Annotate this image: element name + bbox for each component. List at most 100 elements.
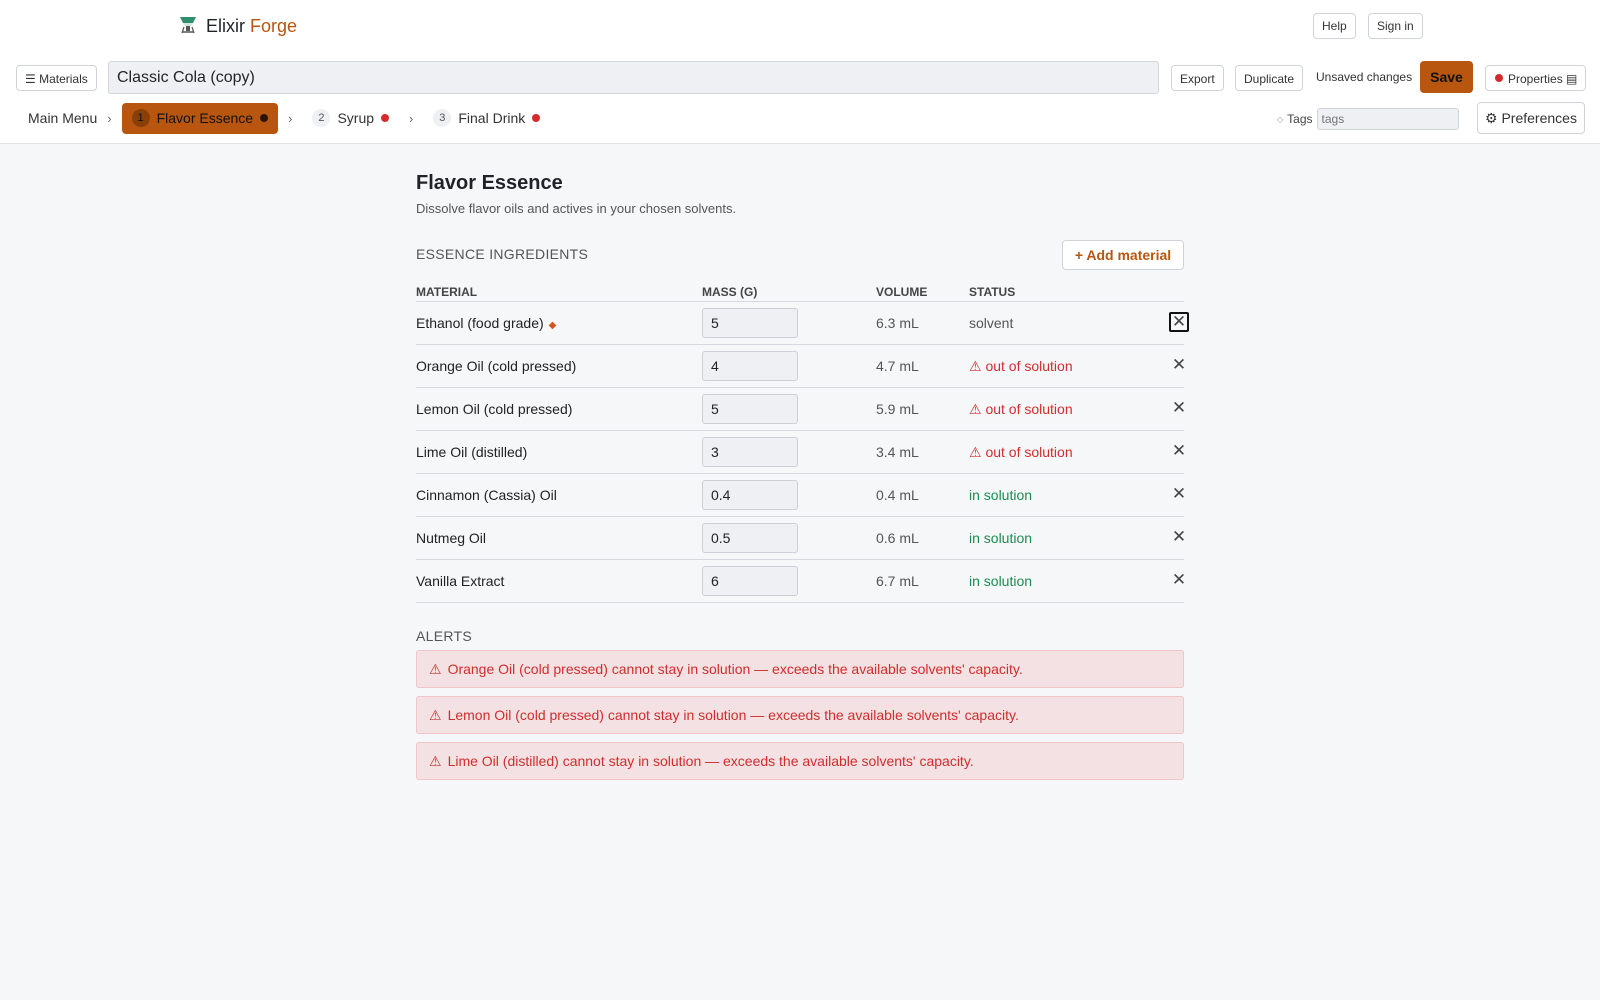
step-number: 3 [433, 109, 452, 127]
column-volume: VOLUME [876, 285, 928, 299]
warning-icon: ⚠ [429, 753, 442, 769]
page-subtitle: Dissolve flavor oils and actives in your… [416, 201, 737, 216]
tag-icon: ◇ [1277, 114, 1284, 124]
alert-banner: ⚠ Orange Oil (cold pressed) cannot stay i… [416, 650, 1184, 688]
volume-value: 3.4 mL [876, 444, 919, 460]
alert-banner: ⚠ Lime Oil (distilled) cannot stay in sol… [416, 742, 1184, 780]
chevron-right-icon: › [288, 110, 293, 126]
remove-row-close-icon[interactable]: ✕ [1169, 355, 1189, 375]
material-label: Lemon Oil (cold pressed) [416, 401, 573, 417]
alert-text: Orange Oil (cold pressed) cannot stay in… [447, 661, 1023, 677]
remove-row-close-icon[interactable]: ✕ [1169, 484, 1189, 504]
remove-row-close-icon[interactable]: ✕ [1169, 527, 1189, 547]
volume-value: 6.7 mL [876, 573, 919, 589]
remove-row-close-icon[interactable]: ✕ [1169, 312, 1189, 332]
unsaved-status: Unsaved changes [1316, 70, 1413, 84]
top-bar: Elixir Forge Help Sign in [0, 0, 1600, 53]
mass-input[interactable] [702, 437, 798, 467]
step-tabs: Main Menu › 1 Flavor Essence › 2 Syrup ›… [28, 102, 550, 134]
material-name: Ethanol (food grade) ◆ [416, 315, 556, 331]
status-dot-icon [260, 114, 269, 122]
material-label: Cinnamon (Cassia) Oil [416, 487, 557, 503]
tab-flavor-essence[interactable]: 1 Flavor Essence [121, 102, 279, 134]
mass-input[interactable] [702, 480, 798, 510]
tags-field: ◇ Tags [1277, 108, 1459, 130]
material-label: Orange Oil (cold pressed) [416, 358, 577, 374]
materials-button[interactable]: ☰ Materials [16, 65, 97, 91]
warning-icon: ⚠ [429, 707, 442, 723]
table-row: Cinnamon (Cassia) Oil 0.4 mL in solution ✕ [416, 474, 1186, 517]
properties-label: Properties ▤ [1508, 72, 1578, 86]
tab-label: Final Drink [458, 110, 526, 126]
tags-input[interactable] [1316, 108, 1459, 130]
mass-input[interactable] [702, 394, 798, 424]
tab-final-drink[interactable]: 3 Final Drink [423, 103, 550, 134]
volume-value: 6.3 mL [876, 315, 919, 331]
mass-input[interactable] [702, 308, 798, 338]
remove-row-close-icon[interactable]: ✕ [1169, 398, 1189, 418]
section-title: ESSENCE INGREDIENTS [416, 246, 589, 262]
material-name: Vanilla Extract [416, 573, 504, 589]
material-name: Orange Oil (cold pressed) [416, 358, 576, 374]
column-status: STATUS [969, 285, 1016, 299]
alerts-title: ALERTS [416, 628, 473, 644]
status-dot-icon [532, 114, 541, 122]
status-badge: solvent [969, 315, 1014, 331]
unsaved-dot-icon [1495, 74, 1503, 82]
document-title-input[interactable] [108, 61, 1159, 94]
mass-input[interactable] [702, 523, 798, 553]
status-badge: ⚠ out of solution [969, 401, 1073, 417]
mass-input[interactable] [702, 351, 798, 381]
remove-row-close-icon[interactable]: ✕ [1169, 570, 1189, 590]
tab-label: Syrup [337, 110, 375, 126]
document-toolbar: ☰ Materials Export Duplicate Unsaved cha… [0, 52, 1600, 144]
app-name-part2: Forge [250, 16, 298, 36]
tab-label: Flavor Essence [156, 110, 254, 126]
duplicate-button[interactable]: Duplicate [1235, 65, 1304, 91]
mass-input[interactable] [702, 566, 798, 596]
column-mass: MASS (G) [702, 285, 758, 299]
help-button[interactable]: Help [1313, 13, 1356, 39]
app-name: Elixir Forge [206, 16, 297, 37]
tags-label: Tags [1287, 112, 1313, 126]
sign-in-button[interactable]: Sign in [1368, 13, 1423, 39]
remove-row-close-icon[interactable]: ✕ [1169, 441, 1189, 461]
status-badge: ⚠ out of solution [969, 358, 1073, 374]
material-name: Lemon Oil (cold pressed) [416, 401, 572, 417]
material-label: Ethanol (food grade) [416, 315, 544, 331]
alert-text: Lemon Oil (cold pressed) cannot stay in … [447, 707, 1019, 723]
material-name: Cinnamon (Cassia) Oil [416, 487, 557, 503]
tab-syrup[interactable]: 2 Syrup [302, 103, 399, 134]
volume-value: 4.7 mL [876, 358, 919, 374]
status-badge: in solution [969, 487, 1033, 503]
table-row: Vanilla Extract 6.7 mL in solution ✕ [416, 560, 1186, 603]
status-badge: in solution [969, 530, 1033, 546]
table-row: Lemon Oil (cold pressed) 5.9 mL ⚠ out of s… [416, 388, 1186, 431]
material-label: Lime Oil (distilled) [416, 444, 528, 460]
save-button[interactable]: Save [1420, 61, 1473, 93]
tab-main-menu[interactable]: Main Menu [28, 103, 97, 134]
brand[interactable]: Elixir Forge [178, 14, 297, 39]
alert-banner: ⚠ Lemon Oil (cold pressed) cannot stay in… [416, 696, 1184, 734]
chevron-right-icon: › [409, 110, 414, 126]
status-badge: in solution [969, 573, 1033, 589]
preferences-button[interactable]: ⚙ Preferences [1477, 102, 1585, 134]
table-row: Ethanol (food grade) ◆ 6.3 mL solvent ✕ [416, 302, 1189, 345]
material-label: Vanilla Extract [416, 573, 505, 589]
material-name: Lime Oil (distilled) [416, 444, 527, 460]
status-badge: ⚠ out of solution [969, 444, 1073, 460]
status-dot-icon [381, 114, 390, 122]
table-header: MATERIAL MASS (G) VOLUME STATUS [416, 281, 1184, 302]
table-row: Lime Oil (distilled) 3.4 mL ⚠ out of solut… [416, 431, 1186, 474]
add-material-button[interactable]: + Add material [1062, 240, 1184, 270]
step-number: 1 [131, 109, 150, 127]
column-material: MATERIAL [416, 285, 478, 299]
table-row: Nutmeg Oil 0.6 mL in solution ✕ [416, 517, 1186, 560]
flask-icon [178, 14, 198, 39]
table-row: Orange Oil (cold pressed) 4.7 mL ⚠ out of … [416, 345, 1186, 388]
page-title: Flavor Essence [416, 172, 563, 194]
volume-value: 5.9 mL [876, 401, 919, 417]
export-button[interactable]: Export [1171, 65, 1224, 91]
properties-button[interactable]: Properties ▤ [1485, 65, 1587, 91]
chevron-right-icon: › [107, 110, 112, 126]
